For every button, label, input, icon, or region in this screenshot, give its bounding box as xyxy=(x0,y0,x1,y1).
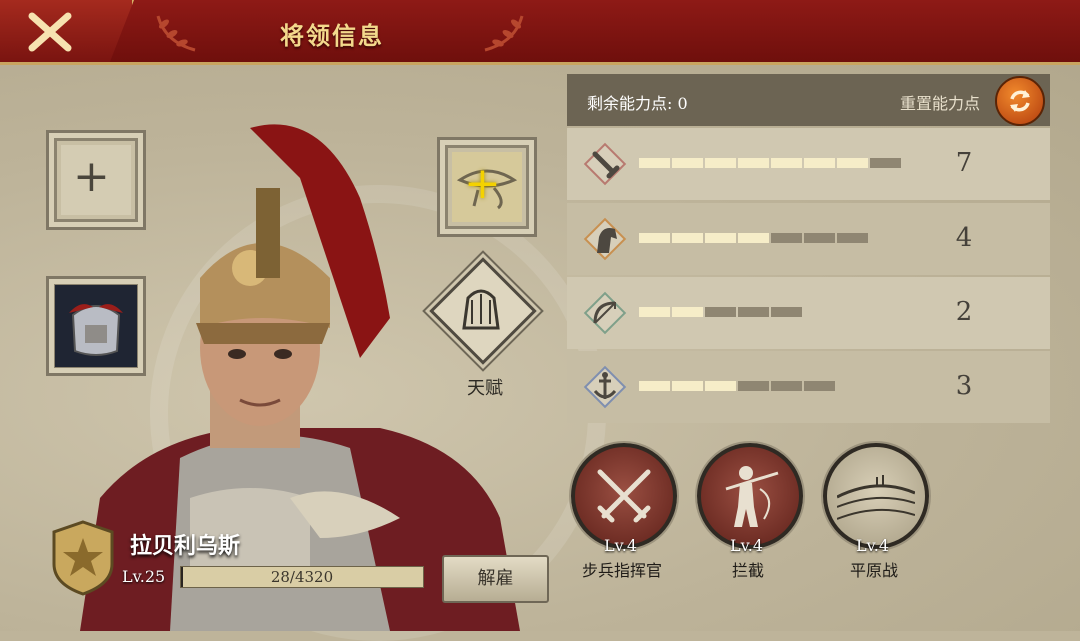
stat-bar-segment xyxy=(705,381,736,391)
skill-name: 拦截 xyxy=(731,561,764,580)
stat-value: 4 xyxy=(955,223,973,253)
skill-intercept[interactable] xyxy=(697,443,803,549)
fire-button[interactable]: 解雇 xyxy=(442,555,549,603)
stat-bar-segment xyxy=(837,158,868,168)
crossed-swords-icon xyxy=(597,469,651,523)
stat-bar-segment xyxy=(771,233,802,243)
stat-bar-segment xyxy=(804,158,835,168)
stat-bar-segment xyxy=(738,158,769,168)
stat-bar-segment xyxy=(639,381,670,391)
stat-value: 2 xyxy=(955,297,973,327)
bow-icon xyxy=(583,291,627,335)
talent-label: 天赋 xyxy=(467,378,503,399)
general-name: 拉贝利乌斯 xyxy=(130,533,241,559)
spearman-icon xyxy=(725,466,779,527)
stat-bar-segment xyxy=(738,381,769,391)
stat-value: 3 xyxy=(955,371,973,401)
xp-text: 28/4320 xyxy=(270,568,334,586)
reset-points-button[interactable] xyxy=(995,76,1045,126)
skill-plains-battle[interactable] xyxy=(823,443,929,549)
ability-points-bar: 剩余能力点: 0 重置能力点 xyxy=(567,74,1050,126)
plains-icon xyxy=(837,475,915,520)
stat-bar-segment xyxy=(705,158,736,168)
skill-infantry-commander[interactable] xyxy=(571,443,677,549)
stat-bar-segment xyxy=(870,158,901,168)
stat-bar-segment xyxy=(771,158,802,168)
stat-bar-segment xyxy=(672,158,703,168)
stat-bar-segment xyxy=(672,381,703,391)
stat-bar-segment xyxy=(837,233,868,243)
general-level: Lv.25 xyxy=(122,567,166,586)
stat-value: 7 xyxy=(955,148,973,178)
stat-row-infantry: 7 xyxy=(567,128,1050,200)
refresh-icon xyxy=(1010,90,1030,112)
skill-level: Lv.4 xyxy=(856,536,890,555)
stat-bar-segment xyxy=(771,381,802,391)
header-bar: 将领信息 xyxy=(0,0,1080,65)
skill-name: 步兵指挥官 xyxy=(581,561,662,580)
helmet-icon xyxy=(462,289,500,330)
rank-badge-icon xyxy=(52,520,114,596)
horse-icon xyxy=(583,217,627,261)
laurel-left-icon xyxy=(156,15,196,52)
close-icon xyxy=(28,12,72,52)
stat-bar-segment xyxy=(738,307,769,317)
close-button[interactable] xyxy=(0,0,134,62)
stat-bar-segment xyxy=(639,307,670,317)
skill-level: Lv.4 xyxy=(730,536,764,555)
stat-bar-segment xyxy=(771,307,802,317)
page-title: 将领信息 xyxy=(280,21,384,50)
stat-row-cavalry: 4 xyxy=(567,203,1050,275)
reset-points-label: 重置能力点 xyxy=(900,94,981,113)
stat-bar-segment xyxy=(639,158,670,168)
skill-name: 平原战 xyxy=(849,561,898,580)
stat-bar-segment xyxy=(705,307,736,317)
stat-bar-segment xyxy=(738,233,769,243)
stat-row-navy: 3 xyxy=(567,351,1050,423)
xp-bar: 28/4320 xyxy=(180,566,424,588)
stat-bar-segment xyxy=(705,233,736,243)
stat-bar-segment xyxy=(804,233,835,243)
laurel-right-icon xyxy=(484,15,524,52)
stat-bar-segment xyxy=(639,233,670,243)
skill-level: Lv.4 xyxy=(604,536,638,555)
stat-bar-segment xyxy=(672,233,703,243)
stat-row-archer: 2 xyxy=(567,277,1050,349)
sword-icon xyxy=(583,142,627,186)
anchor-icon xyxy=(583,365,627,409)
stat-bar-segment xyxy=(672,307,703,317)
stat-bar-segment xyxy=(804,381,835,391)
remaining-points: 剩余能力点: 0 xyxy=(587,94,688,113)
